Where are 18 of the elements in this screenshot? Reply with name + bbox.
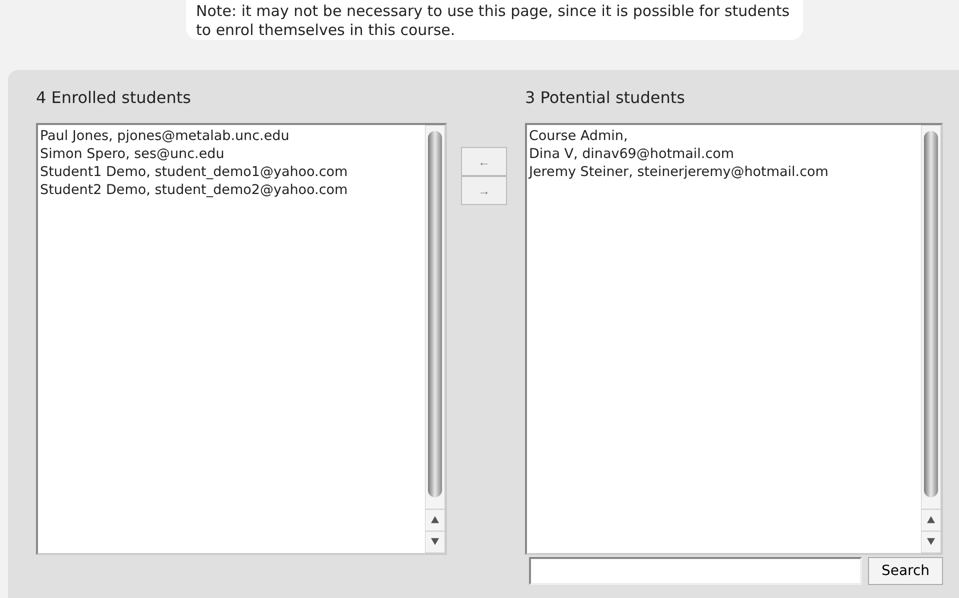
move-button[interactable]: ← xyxy=(461,147,507,176)
move-button[interactable]: → xyxy=(461,176,507,205)
student-option[interactable]: Dina V, dinav69@hotmail.com xyxy=(529,145,919,163)
search-field[interactable] xyxy=(529,557,862,585)
scrollbar[interactable] xyxy=(921,125,941,553)
student-option[interactable]: Course Admin, xyxy=(529,127,919,145)
search-button[interactable]: Search xyxy=(868,557,943,585)
student-option[interactable]: Student2 Demo, student_demo2@yahoo.com xyxy=(40,181,423,199)
list-heading: 3 Potential students xyxy=(525,88,686,109)
student-option[interactable]: Student1 Demo, student_demo1@yahoo.com xyxy=(40,163,423,181)
note-text: Note: it may not be necessary to use this page, since it is possible for students to enrol themselves in this course. xyxy=(186,0,803,40)
student-option[interactable]: Simon Spero, ses@unc.edu xyxy=(40,145,423,163)
student-listbox[interactable]: Course Admin, Dina V, dinav69@hotmail.com Jeremy Steiner, steinerjeremy@hotmail.com xyxy=(525,123,943,555)
scrollbar[interactable] xyxy=(425,125,445,553)
student-listbox[interactable]: Paul Jones, pjones@metalab.unc.edu Simon Spero, ses@unc.edu Student1 Demo, student_demo1@yahoo.com Student2 Demo, student_demo2@yahoo.com xyxy=(36,123,447,555)
student-option[interactable]: Jeremy Steiner, steinerjeremy@hotmail.com xyxy=(529,163,919,181)
list-heading: 4 Enrolled students xyxy=(36,88,192,109)
student-option[interactable]: Paul Jones, pjones@metalab.unc.edu xyxy=(40,127,423,145)
